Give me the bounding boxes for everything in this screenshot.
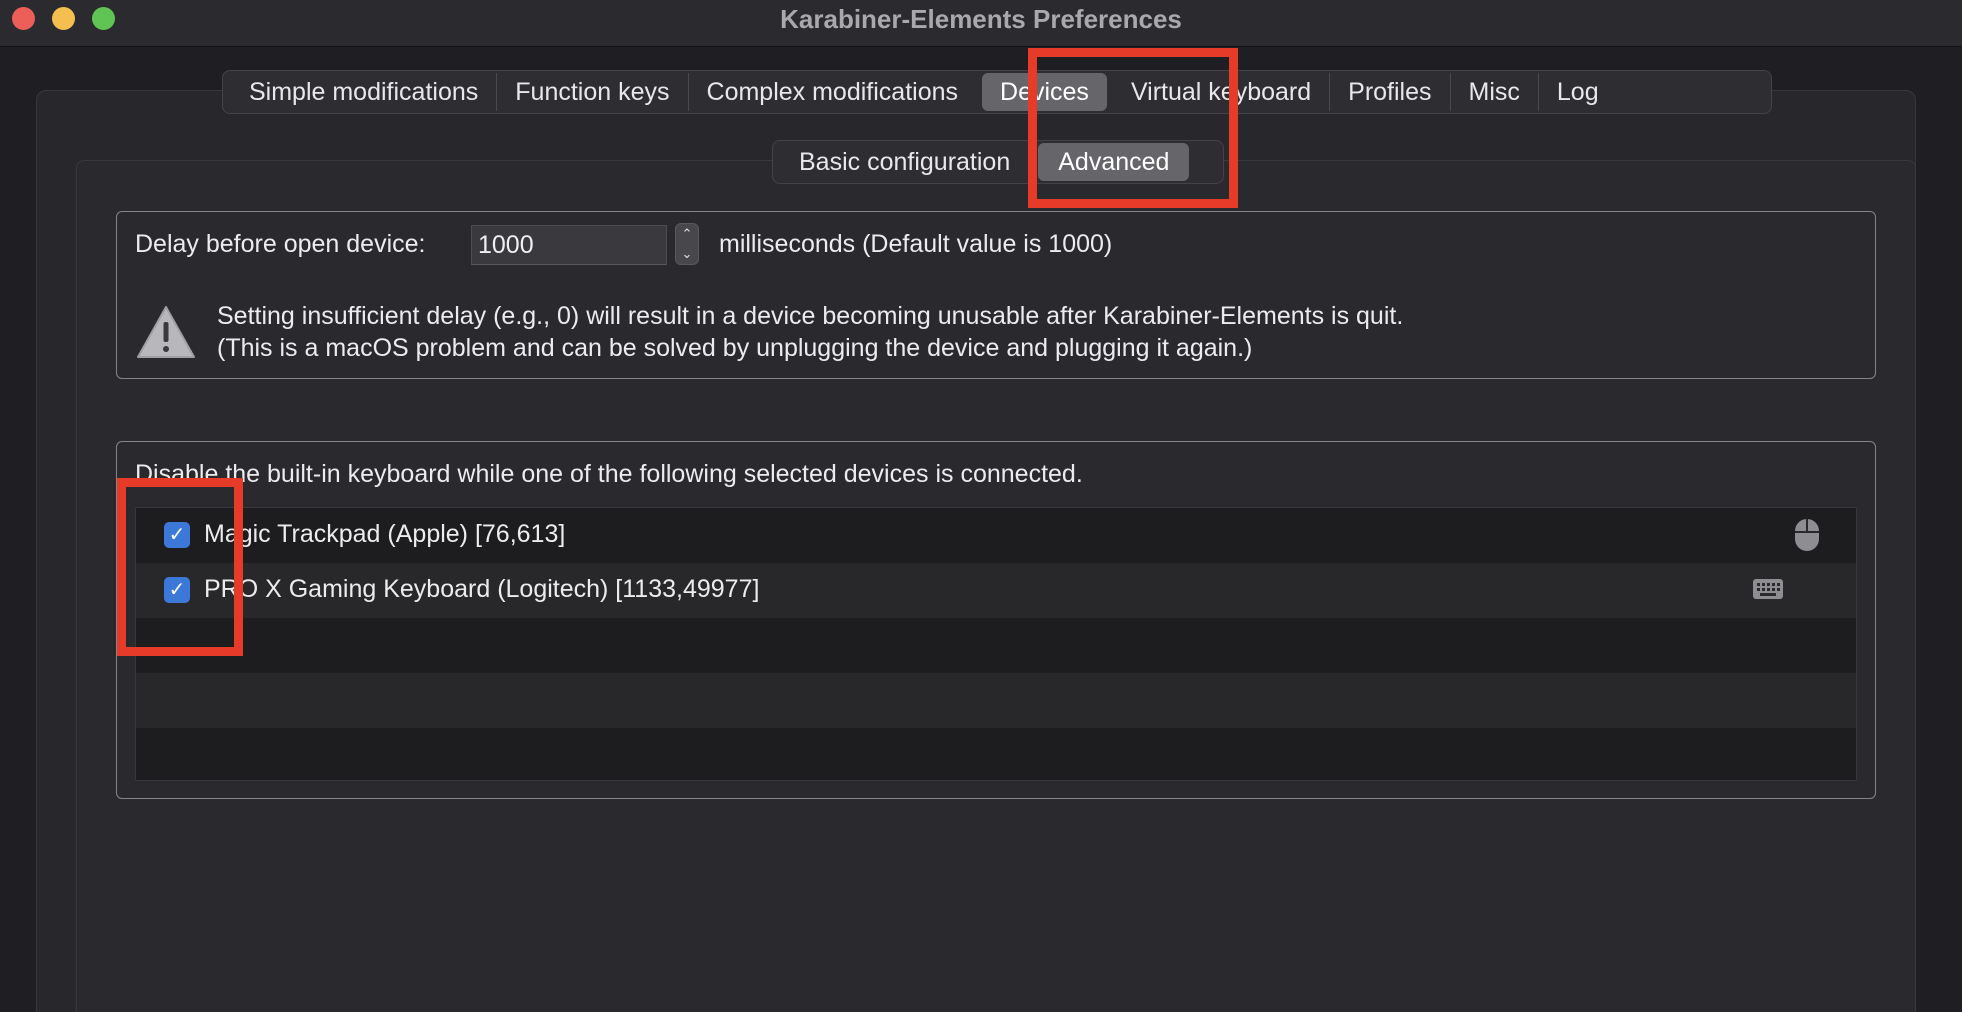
disable-builtin-keyboard-section: Disable the built-in keyboard while one … [116, 441, 1876, 799]
delay-input[interactable] [471, 225, 667, 265]
tab-complex-modifications[interactable]: Complex modifications [689, 73, 977, 111]
device-checkbox[interactable]: ✓ [164, 522, 190, 548]
mouse-icon [1795, 519, 1819, 551]
sub-tab-bar: Basic configuration Advanced [772, 140, 1224, 184]
device-name: PRO X Gaming Keyboard (Logitech) [1133,4… [204, 575, 760, 603]
subtab-basic-configuration[interactable]: Basic configuration [777, 143, 1032, 181]
delay-stepper[interactable]: ⌃ ⌄ [675, 223, 699, 265]
keyboard-icon [1753, 579, 1783, 599]
device-checkbox[interactable]: ✓ [164, 577, 190, 603]
main-tab-bar: Simple modifications Function keys Compl… [222, 70, 1772, 114]
warning-triangle-icon [137, 306, 195, 358]
title-bar: Karabiner-Elements Preferences [0, 0, 1962, 47]
warning-line-1: Setting insufficient delay (e.g., 0) wil… [217, 302, 1404, 330]
tab-function-keys[interactable]: Function keys [497, 73, 689, 111]
device-row[interactable]: ✓ PRO X Gaming Keyboard (Logitech) [1133… [136, 563, 1856, 618]
tab-log[interactable]: Log [1539, 73, 1617, 111]
window-title: Karabiner-Elements Preferences [780, 4, 1182, 34]
delay-suffix: milliseconds (Default value is 1000) [719, 230, 1113, 258]
empty-row [136, 728, 1856, 780]
device-name: Magic Trackpad (Apple) [76,613] [204, 520, 566, 548]
warning-text: Setting insufficient delay (e.g., 0) wil… [217, 300, 1403, 364]
tab-simple-modifications[interactable]: Simple modifications [231, 73, 498, 111]
warning-line-2: (This is a macOS problem and can be solv… [217, 334, 1253, 362]
tab-virtual-keyboard[interactable]: Virtual keyboard [1113, 73, 1331, 111]
empty-row [136, 618, 1856, 673]
device-row[interactable]: ✓ Magic Trackpad (Apple) [76,613] [136, 508, 1856, 563]
tab-misc[interactable]: Misc [1451, 73, 1539, 111]
disable-builtin-label: Disable the built-in keyboard while one … [135, 460, 1083, 488]
device-list: ✓ Magic Trackpad (Apple) [76,613] ✓ PRO … [135, 507, 1857, 781]
tab-devices[interactable]: Devices [982, 73, 1107, 111]
delay-label: Delay before open device: [135, 230, 426, 258]
empty-row [136, 673, 1856, 728]
chevron-down-icon[interactable]: ⌄ [676, 244, 698, 264]
chevron-up-icon[interactable]: ⌃ [676, 224, 698, 244]
tab-profiles[interactable]: Profiles [1330, 73, 1451, 111]
subtab-advanced[interactable]: Advanced [1038, 143, 1190, 181]
delay-section: Delay before open device: ⌃ ⌄ millisecon… [116, 211, 1876, 379]
